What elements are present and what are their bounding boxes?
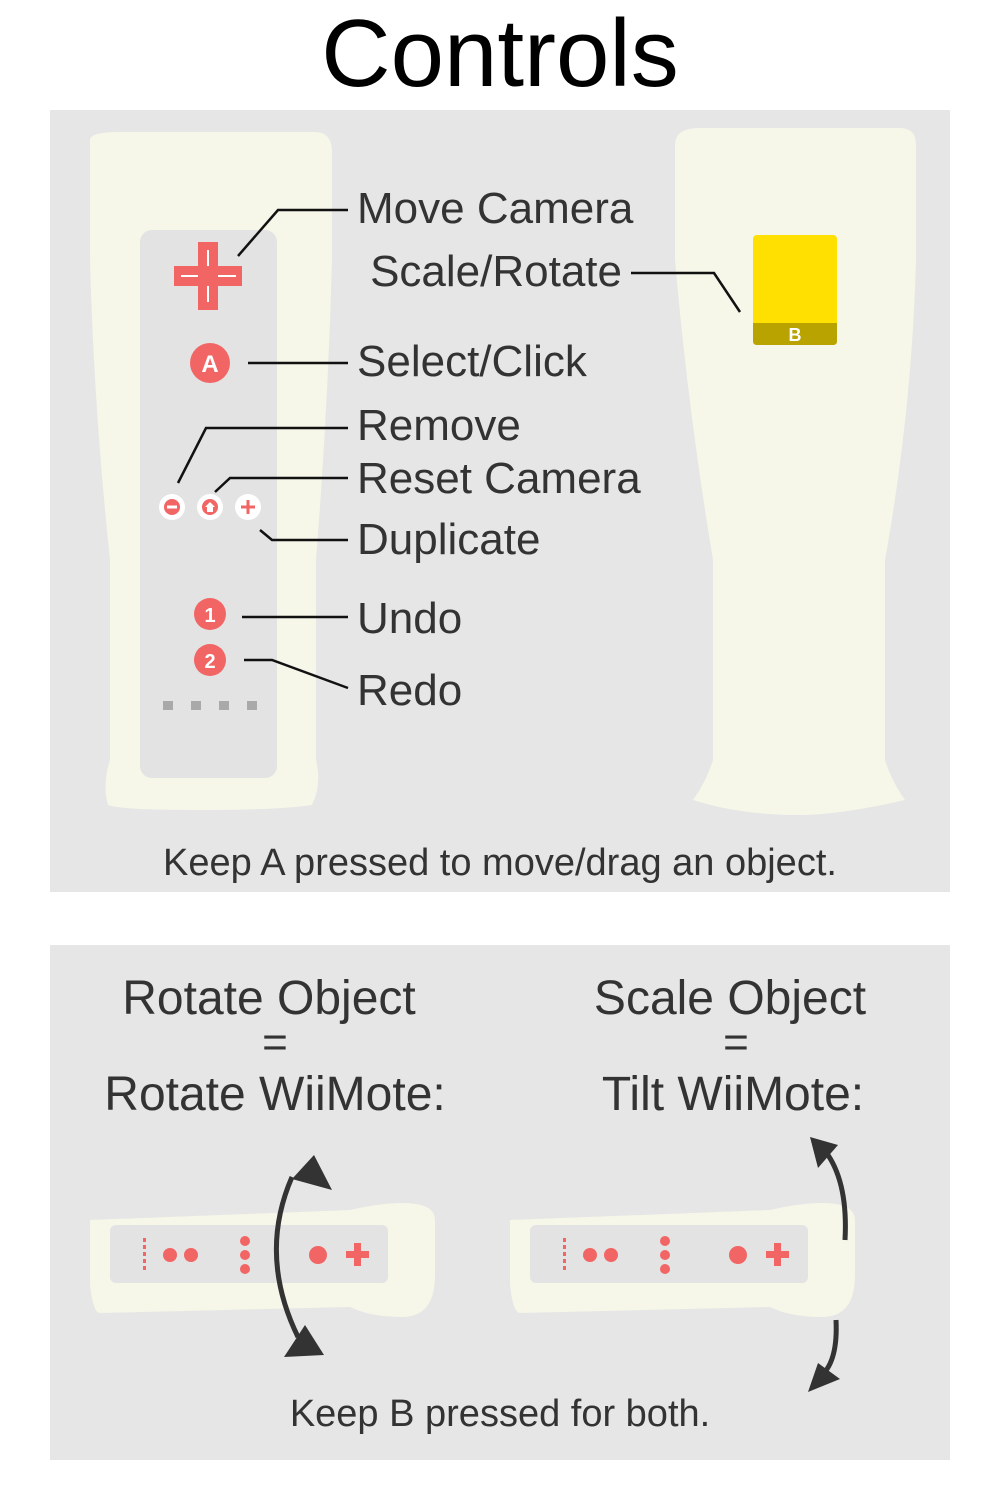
minus-button[interactable] [159, 494, 185, 520]
gestures-panel: Rotate Object = Rotate WiiMote: Scale Ob… [50, 945, 950, 1460]
control-labels: Move Camera Scale/Rotate Select/Click Re… [357, 184, 641, 715]
scale-equals: = [723, 1018, 749, 1067]
scale-subtitle: Tilt WiiMote: [602, 1068, 864, 1121]
a-button[interactable]: A [190, 343, 230, 383]
two-button[interactable]: 2 [194, 644, 226, 676]
b-trigger-label: B [789, 325, 802, 345]
b-trigger[interactable]: B [753, 235, 837, 345]
two-button-label: 2 [204, 651, 215, 673]
label-select-click: Select/Click [357, 337, 588, 386]
controls-footer-note: Keep A pressed to move/drag an object. [163, 842, 837, 884]
controls-panel: A 1 2 B Move Camera Scale/Rotate Select/… [50, 110, 950, 892]
home-button[interactable] [197, 494, 223, 520]
page-title: Controls [321, 0, 679, 107]
wiimote-side-tilt [510, 1203, 855, 1317]
a-button-label: A [201, 351, 218, 378]
scale-instructions: Scale Object = Tilt WiiMote: [594, 972, 866, 1121]
label-reset-camera: Reset Camera [357, 454, 641, 503]
label-redo: Redo [357, 666, 462, 715]
gestures-diagram: Rotate Object = Rotate WiiMote: Scale Ob… [90, 972, 866, 1435]
label-move-camera: Move Camera [357, 184, 634, 233]
wiimote-side-rotate [90, 1203, 435, 1317]
wiimote-back-body [675, 128, 916, 815]
rotate-equals: = [262, 1018, 288, 1067]
plus-button[interactable] [235, 494, 261, 520]
label-undo: Undo [357, 594, 462, 643]
one-button-label: 1 [204, 605, 215, 627]
rotate-instructions: Rotate Object = Rotate WiiMote: [104, 972, 445, 1121]
label-duplicate: Duplicate [357, 515, 540, 564]
label-remove: Remove [357, 401, 521, 450]
gestures-footer-note: Keep B pressed for both. [290, 1393, 710, 1435]
controls-diagram: A 1 2 B Move Camera Scale/Rotate Select/… [90, 128, 916, 884]
rotate-subtitle: Rotate WiiMote: [104, 1068, 445, 1121]
label-scale-rotate: Scale/Rotate [370, 247, 622, 296]
one-button[interactable]: 1 [194, 598, 226, 630]
